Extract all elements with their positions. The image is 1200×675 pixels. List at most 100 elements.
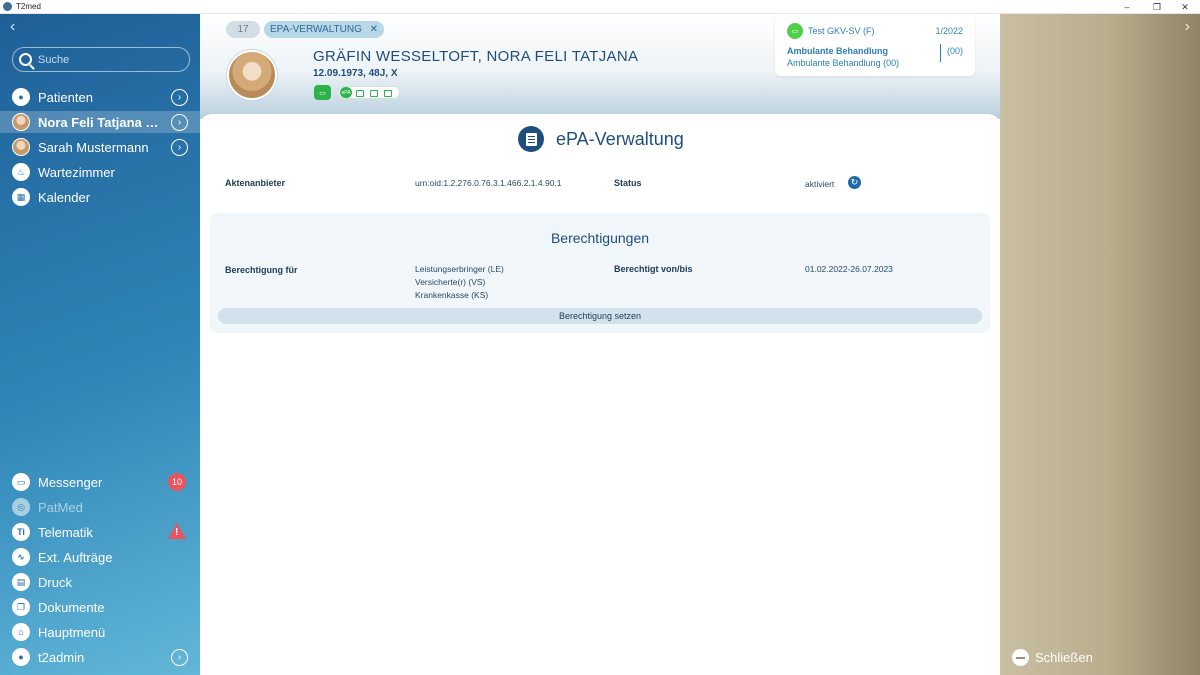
- treatment-subtitle: Ambulante Behandlung (00): [787, 58, 900, 68]
- sidebar-item-label: PatMed: [38, 499, 83, 515]
- sidebar-item-sarah-mustermann[interactable]: Sarah Mustermann ›: [0, 136, 200, 158]
- waiting-room-icon: ♨: [12, 163, 30, 181]
- search-icon: [19, 53, 32, 66]
- epa-status-group[interactable]: ePA: [338, 86, 400, 99]
- documents-icon: ❐: [12, 598, 30, 616]
- tab-epa-verwaltung[interactable]: EPA-VERWALTUNG ✕: [264, 21, 384, 38]
- sidebar-item-wartezimmer[interactable]: ♨ Wartezimmer: [0, 161, 200, 183]
- permissions-title: Berechtigungen: [550, 230, 650, 246]
- person-icon: ●: [12, 88, 30, 106]
- close-tab-icon[interactable]: ✕: [370, 24, 378, 35]
- sidebar-item-label: Ext. Aufträge: [38, 549, 113, 565]
- search-box[interactable]: [12, 47, 190, 72]
- permission-for-le: Leistungserbringer (LE): [415, 264, 504, 274]
- provider-value: urn:oid:1.2.276.0.76.3.1.466.2.1.4.90.1: [415, 178, 562, 188]
- sidebar-item-label: Nora Feli Tatjana Wes...: [38, 114, 166, 130]
- status-label: Status: [614, 178, 642, 188]
- person-icon: ●: [12, 648, 30, 666]
- patient-photo[interactable]: [227, 50, 277, 100]
- warning-icon: !: [168, 523, 186, 539]
- ti-icon: Ti: [12, 523, 30, 541]
- sidebar-item-hauptmenue[interactable]: ⌂ Hauptmenü: [0, 621, 200, 643]
- sidebar-item-patmed[interactable]: ◎ PatMed: [0, 496, 200, 518]
- patient-name: GRÄFIN WESSELTOFT, NORA FELI TATJANA: [313, 48, 639, 65]
- insurance-card-icon[interactable]: ▭: [314, 85, 331, 100]
- permission-period-label: Berechtigt von/bis: [614, 264, 693, 274]
- permission-for-vs: Versicherte(r) (VS): [415, 277, 486, 287]
- close-panel-button[interactable]: Schließen: [1012, 649, 1093, 666]
- unread-badge: 10: [168, 473, 186, 491]
- sidebar-item-druck[interactable]: ▤ Druck: [0, 571, 200, 593]
- sidebar: ‹ ● Patienten › Nora Feli Tatjana Wes...…: [0, 14, 200, 675]
- patient-birthdate-info: 12.09.1973, 48J, X: [313, 68, 398, 79]
- sidebar-item-label: Kalender: [38, 189, 91, 205]
- pulse-icon: ∿: [12, 548, 30, 566]
- chevron-right-icon[interactable]: ›: [171, 113, 188, 131]
- forward-chevron-icon[interactable]: ›: [1185, 18, 1190, 36]
- document-icon: [518, 126, 544, 152]
- sidebar-item-label: Wartezimmer: [38, 164, 115, 180]
- lock-open-icon: [370, 90, 378, 97]
- home-icon: ⌂: [12, 623, 30, 641]
- refresh-icon[interactable]: ↻: [848, 176, 861, 189]
- patmed-icon: ◎: [12, 498, 30, 516]
- back-chevron-icon[interactable]: ‹: [10, 18, 15, 36]
- printer-icon: ▤: [12, 573, 30, 591]
- sidebar-item-label: Hauptmenü: [38, 624, 106, 640]
- patient-avatar: [12, 138, 30, 156]
- permissions-section: Berechtigungen Berechtigung für Leistung…: [210, 213, 990, 333]
- chat-icon: ▭: [12, 473, 30, 491]
- patient-header: 17 EPA-VERWALTUNG ✕ GRÄFIN WESSELTOFT, N…: [200, 14, 1000, 119]
- chevron-right-icon[interactable]: ›: [171, 138, 188, 156]
- insurance-name: Test GKV-SV (F): [808, 26, 875, 36]
- insurance-card[interactable]: ▭ Test GKV-SV (F) 1/2022 Ambulante Behan…: [775, 16, 975, 76]
- calendar-icon: ▦: [12, 188, 30, 206]
- insurance-quarter: 1/2022: [935, 26, 963, 36]
- minimize-button[interactable]: –: [1112, 0, 1142, 14]
- close-label: Schließen: [1035, 650, 1093, 665]
- window-title: T2med: [16, 2, 41, 11]
- sidebar-item-label: Patienten: [38, 89, 93, 105]
- sidebar-item-label: Druck: [38, 574, 72, 590]
- epa-management-panel: ePA-Verwaltung Aktenanbieter urn:oid:1.2…: [200, 114, 1000, 675]
- maximize-button[interactable]: ❐: [1142, 0, 1172, 14]
- chevron-right-icon[interactable]: ›: [171, 88, 188, 106]
- sidebar-item-t2admin[interactable]: ● t2admin ›: [0, 646, 200, 668]
- provider-label: Aktenanbieter: [225, 178, 286, 188]
- treatment-count: (00): [946, 46, 963, 56]
- permission-period-value: 01.02.2022-26.07.2023: [805, 264, 893, 274]
- permission-for-ks: Krankenkasse (KS): [415, 290, 489, 300]
- page-title: ePA-Verwaltung: [556, 129, 684, 149]
- sidebar-item-patienten[interactable]: ● Patienten ›: [0, 86, 200, 108]
- sidebar-item-messenger[interactable]: ▭ Messenger 10: [0, 471, 200, 493]
- sidebar-item-kalender[interactable]: ▦ Kalender: [0, 186, 200, 208]
- sidebar-item-label: Dokumente: [38, 599, 105, 615]
- epa-icon: ePA: [340, 87, 352, 98]
- minus-circle-icon: [1012, 649, 1029, 666]
- divider: [940, 44, 941, 62]
- patient-avatar: [12, 113, 30, 131]
- tab-label: EPA-VERWALTUNG: [270, 24, 362, 35]
- sidebar-item-label: Sarah Mustermann: [38, 139, 149, 155]
- lock-open-icon: [384, 90, 392, 97]
- search-input[interactable]: [38, 53, 178, 66]
- right-panel: › Schließen: [1000, 14, 1200, 675]
- open-tabs-count[interactable]: 17: [226, 21, 260, 38]
- chevron-right-icon[interactable]: ›: [171, 648, 188, 666]
- sidebar-item-label: Messenger: [38, 474, 103, 490]
- close-window-button[interactable]: ✕: [1170, 0, 1200, 14]
- sidebar-item-label: t2admin: [38, 649, 85, 665]
- treatment-title: Ambulante Behandlung: [787, 46, 888, 56]
- sidebar-item-ext-auftraege[interactable]: ∿ Ext. Aufträge: [0, 546, 200, 568]
- app-logo-icon: [3, 2, 12, 11]
- health-card-icon: ▭: [787, 23, 803, 39]
- window-titlebar: T2med – ❐ ✕: [0, 0, 1200, 14]
- sidebar-item-telematik[interactable]: Ti Telematik !: [0, 521, 200, 543]
- sidebar-item-label: Telematik: [38, 524, 93, 540]
- lock-open-icon: [356, 90, 364, 97]
- sidebar-item-current-patient[interactable]: Nora Feli Tatjana Wes... ›: [0, 111, 200, 133]
- sidebar-item-dokumente[interactable]: ❐ Dokumente: [0, 596, 200, 618]
- status-value: aktiviert: [805, 179, 835, 189]
- set-permission-button[interactable]: Berechtigung setzen: [218, 308, 982, 324]
- warning-mark: !: [175, 527, 179, 538]
